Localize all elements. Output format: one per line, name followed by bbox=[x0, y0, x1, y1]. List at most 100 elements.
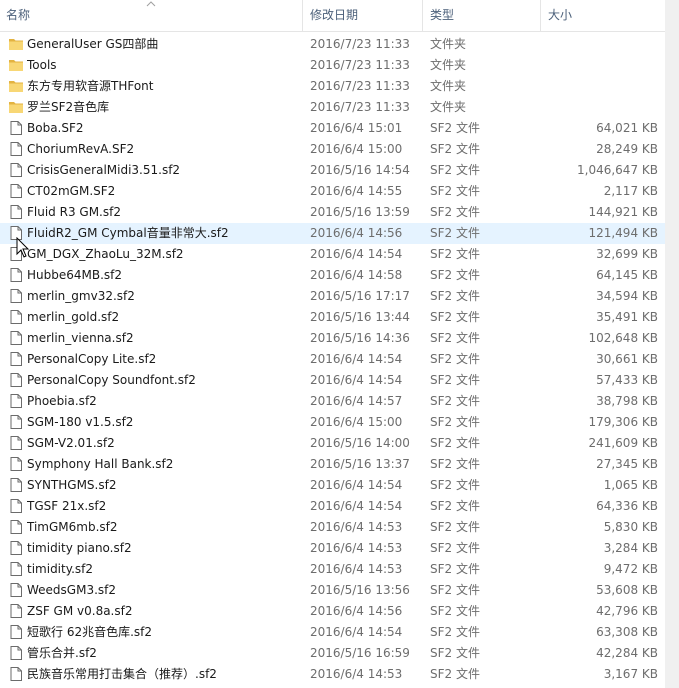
file-row[interactable]: 短歌行 62兆音色库.sf2 2016/6/4 14:54 SF2 文件 63,308… bbox=[0, 622, 665, 643]
file-modified-date: 2016/6/4 14:54 bbox=[310, 499, 403, 513]
file-size: 102,648 KB bbox=[588, 331, 658, 345]
file-type: SF2 文件 bbox=[430, 415, 480, 429]
file-name: Fluid R3 GM.sf2 bbox=[27, 205, 121, 219]
file-size: 34,594 KB bbox=[596, 289, 658, 303]
file-modified-date: 2016/6/4 14:53 bbox=[310, 667, 403, 681]
file-type: 文件夹 bbox=[430, 100, 467, 114]
file-row[interactable]: SGM-180 v1.5.sf2 2016/6/4 15:00 SF2 文件 179,… bbox=[0, 412, 665, 433]
file-row[interactable]: TGSF 21x.sf2 2016/6/4 14:54 SF2 文件 64,336 K… bbox=[0, 496, 665, 517]
file-name: SYNTHGMS.sf2 bbox=[27, 478, 117, 492]
file-row[interactable]: Boba.SF2 2016/6/4 15:01 SF2 文件 64,021 KB bbox=[0, 118, 665, 139]
file-name: Symphony Hall Bank.sf2 bbox=[27, 457, 174, 471]
file-row[interactable]: 管乐合并.sf2 2016/5/16 16:59 SF2 文件 42,284 KB bbox=[0, 643, 665, 664]
folder-row[interactable]: 东方专用软音源THFont 2016/7/23 11:33 文件夹 bbox=[0, 76, 665, 97]
file-row[interactable]: TimGM6mb.sf2 2016/6/4 14:53 SF2 文件 5,830 KB bbox=[0, 517, 665, 538]
file-icon bbox=[10, 604, 22, 618]
file-modified-date: 2016/5/16 16:59 bbox=[310, 646, 410, 660]
file-row[interactable]: ZSF GM v0.8a.sf2 2016/6/4 14:56 SF2 文件 42,7… bbox=[0, 601, 665, 622]
file-row[interactable]: ChoriumRevA.SF2 2016/6/4 15:00 SF2 文件 28,24… bbox=[0, 139, 665, 160]
vertical-scrollbar[interactable] bbox=[665, 0, 679, 688]
file-row[interactable]: merlin_vienna.sf2 2016/5/16 14:36 SF2 文件 10… bbox=[0, 328, 665, 349]
file-row[interactable]: PersonalCopy Lite.sf2 2016/6/4 14:54 SF2 文… bbox=[0, 349, 665, 370]
file-row[interactable]: WeedsGM3.sf2 2016/5/16 13:56 SF2 文件 53,608 … bbox=[0, 580, 665, 601]
column-type-header[interactable]: 类型 bbox=[426, 0, 540, 31]
file-name: 短歌行 62兆音色库.sf2 bbox=[27, 625, 153, 639]
file-type: SF2 文件 bbox=[430, 394, 480, 408]
file-size: 57,433 KB bbox=[596, 373, 658, 387]
file-size bbox=[548, 97, 658, 118]
column-name-header[interactable]: 名称 bbox=[2, 0, 302, 31]
file-row[interactable]: Symphony Hall Bank.sf2 2016/5/16 13:37 SF2… bbox=[0, 454, 665, 475]
file-row[interactable]: timidity piano.sf2 2016/6/4 14:53 SF2 文件 3,… bbox=[0, 538, 665, 559]
file-explorer: 名称 修改日期 类型 大小 GeneralUser GS四部曲 2016/7/23… bbox=[0, 0, 679, 688]
file-row[interactable]: merlin_gold.sf2 2016/5/16 13:44 SF2 文件 35,4… bbox=[0, 307, 665, 328]
file-type: SF2 文件 bbox=[430, 226, 480, 240]
file-size: 42,796 KB bbox=[596, 604, 658, 618]
file-row[interactable]: timidity.sf2 2016/6/4 14:53 SF2 文件 9,472 KB bbox=[0, 559, 665, 580]
file-row[interactable]: CrisisGeneralMidi3.51.sf2 2016/5/16 14:54… bbox=[0, 160, 665, 181]
file-size: 27,345 KB bbox=[596, 457, 658, 471]
folder-row[interactable]: 罗兰SF2音色库 2016/7/23 11:33 文件夹 bbox=[0, 97, 665, 118]
file-modified-date: 2016/6/4 14:54 bbox=[310, 352, 403, 366]
folder-row[interactable]: Tools 2016/7/23 11:33 文件夹 bbox=[0, 55, 665, 76]
file-icon bbox=[10, 499, 22, 513]
file-type: SF2 文件 bbox=[430, 247, 480, 261]
file-icon bbox=[10, 541, 22, 555]
file-row[interactable]: SGM-V2.01.sf2 2016/5/16 14:00 SF2 文件 241,60… bbox=[0, 433, 665, 454]
file-name: Hubbe64MB.sf2 bbox=[27, 268, 123, 282]
column-divider[interactable] bbox=[302, 0, 303, 31]
file-type: SF2 文件 bbox=[430, 163, 480, 177]
file-icon bbox=[10, 667, 22, 681]
file-row[interactable]: merlin_gmv32.sf2 2016/5/16 17:17 SF2 文件 34,… bbox=[0, 286, 665, 307]
folder-row[interactable]: GeneralUser GS四部曲 2016/7/23 11:33 文件夹 bbox=[0, 34, 665, 55]
file-modified-date: 2016/6/4 14:56 bbox=[310, 226, 403, 240]
file-size bbox=[548, 34, 658, 55]
file-icon bbox=[10, 478, 22, 492]
file-row[interactable]: SYNTHGMS.sf2 2016/6/4 14:54 SF2 文件 1,065 KB bbox=[0, 475, 665, 496]
file-type: SF2 文件 bbox=[430, 520, 480, 534]
file-icon bbox=[10, 331, 22, 345]
file-name: TimGM6mb.sf2 bbox=[27, 520, 118, 534]
file-type: SF2 文件 bbox=[430, 352, 480, 366]
file-icon bbox=[10, 226, 22, 240]
file-type: SF2 文件 bbox=[430, 499, 480, 513]
file-row[interactable]: PersonalCopy Soundfont.sf2 2016/6/4 14:54… bbox=[0, 370, 665, 391]
column-divider[interactable] bbox=[422, 0, 423, 31]
file-icon bbox=[10, 562, 22, 576]
file-modified-date: 2016/7/23 11:33 bbox=[310, 58, 410, 72]
file-icon bbox=[10, 352, 22, 366]
file-name: CT02mGM.SF2 bbox=[27, 184, 116, 198]
file-size bbox=[548, 55, 658, 76]
file-row[interactable]: 民族音乐常用打击集合（推荐）.sf2 2016/6/4 14:53 SF2 文件 3,… bbox=[0, 664, 665, 685]
file-row[interactable]: Phoebia.sf2 2016/6/4 14:57 SF2 文件 38,798 KB bbox=[0, 391, 665, 412]
file-type: 文件夹 bbox=[430, 58, 467, 72]
column-divider[interactable] bbox=[540, 0, 541, 31]
file-size: 53,608 KB bbox=[596, 583, 658, 597]
file-icon bbox=[10, 184, 22, 198]
file-icon bbox=[10, 247, 22, 261]
file-size: 144,921 KB bbox=[588, 205, 658, 219]
file-icon bbox=[10, 625, 22, 639]
file-type: SF2 文件 bbox=[430, 205, 480, 219]
file-row[interactable]: Hubbe64MB.sf2 2016/6/4 14:58 SF2 文件 64,145 … bbox=[0, 265, 665, 286]
file-name: merlin_gold.sf2 bbox=[27, 310, 120, 324]
file-size: 241,609 KB bbox=[588, 436, 658, 450]
file-size: 179,306 KB bbox=[588, 415, 658, 429]
file-row[interactable]: GM_DGX_ZhaoLu_32M.sf2 2016/6/4 14:54 SF2 文… bbox=[0, 244, 665, 265]
file-icon bbox=[10, 520, 22, 534]
file-size: 64,336 KB bbox=[596, 499, 658, 513]
column-date-header[interactable]: 修改日期 bbox=[306, 0, 422, 31]
file-type: SF2 文件 bbox=[430, 310, 480, 324]
file-modified-date: 2016/6/4 14:54 bbox=[310, 247, 403, 261]
column-size-header[interactable]: 大小 bbox=[544, 0, 664, 31]
file-row[interactable]: Fluid R3 GM.sf2 2016/5/16 13:59 SF2 文件 144,… bbox=[0, 202, 665, 223]
file-modified-date: 2016/5/16 13:59 bbox=[310, 205, 410, 219]
file-type: SF2 文件 bbox=[430, 583, 480, 597]
file-size: 2,117 KB bbox=[603, 184, 658, 198]
file-size: 9,472 KB bbox=[603, 562, 658, 576]
file-row[interactable]: CT02mGM.SF2 2016/6/4 14:55 SF2 文件 2,117 KB bbox=[0, 181, 665, 202]
file-row[interactable]: FluidR2_GM Cymbal音量非常大.sf2 2016/6/4 14:56… bbox=[0, 223, 665, 244]
file-type: SF2 文件 bbox=[430, 604, 480, 618]
file-name: merlin_vienna.sf2 bbox=[27, 331, 134, 345]
file-modified-date: 2016/5/16 14:00 bbox=[310, 436, 410, 450]
